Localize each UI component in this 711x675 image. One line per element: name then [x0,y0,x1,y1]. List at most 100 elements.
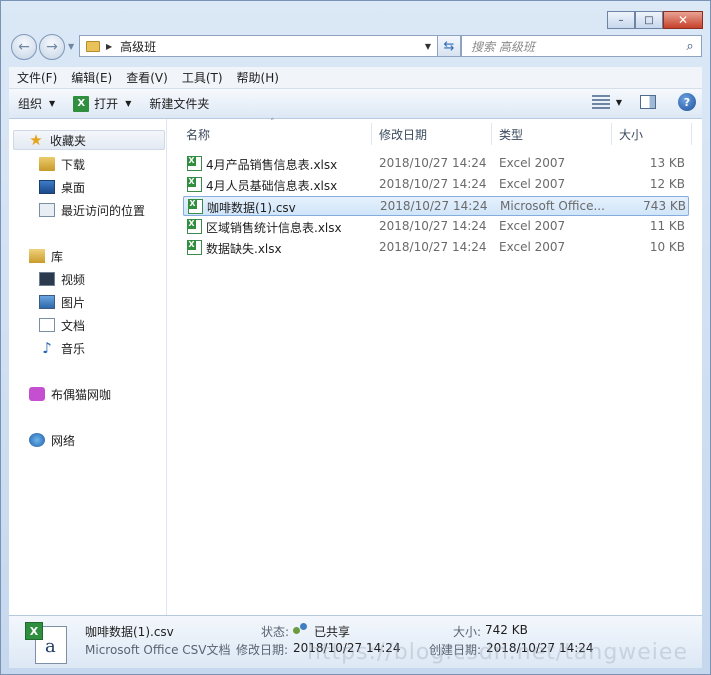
file-name: 数据缺失.xlsx [206,242,282,256]
minimize-button[interactable]: – [607,11,635,29]
sidebar-item-music[interactable]: ♪ 音乐 [39,338,85,358]
organize-label: 组织 [18,97,43,111]
sidebar-libraries-label: 库 [51,249,64,264]
menu-help[interactable]: 帮助(H) [229,69,285,86]
folder-icon [86,40,100,52]
column-divider[interactable] [691,123,692,145]
column-divider[interactable] [611,123,612,145]
homegroup-icon [29,387,45,401]
menu-file[interactable]: 文件(F) [9,69,63,86]
sidebar-item-label: 文档 [61,318,86,333]
details-modified-label: 修改日期: [236,643,289,657]
menu-tools[interactable]: 工具(T) [174,69,229,86]
details-size-value: 742 KB [485,623,528,637]
recent-places-icon [39,203,55,217]
details-size-label: 大小: [453,625,482,639]
file-name: 咖啡数据(1).csv [207,201,296,215]
details-state-label: 状态: [261,625,290,639]
chevron-right-icon[interactable]: ▶ [106,42,112,51]
address-path[interactable]: 高级班 [120,38,419,55]
new-folder-button[interactable]: 新建文件夹 [140,89,218,118]
video-icon [39,272,55,286]
sidebar-favorites[interactable]: ★ 收藏夹 [13,130,165,150]
close-icon: ✕ [677,13,689,27]
view-options-icon[interactable] [591,95,610,109]
excel-file-icon [187,219,202,234]
navigation-pane: ★ 收藏夹 下载 桌面 最近访问的位置 库 视频 图片 文档 ♪ 音乐 布偶猫网… [9,119,167,615]
sidebar-item-label: 图片 [61,295,86,310]
file-row[interactable]: 4月产品销售信息表.xlsx 2018/10/27 14:24 Excel 20… [183,154,689,174]
help-icon[interactable]: ? [678,93,696,111]
chevron-down-icon[interactable]: ▼ [616,98,622,107]
desktop-icon [39,180,55,194]
documents-icon [39,318,55,332]
column-divider[interactable] [371,123,372,145]
preview-pane-icon[interactable] [640,95,656,109]
sidebar-homegroup[interactable]: 布偶猫网咖 [29,384,111,404]
column-name[interactable]: 名称 [186,126,210,143]
file-date: 2018/10/27 14:24 [379,156,487,170]
column-type[interactable]: 类型 [499,126,523,143]
sidebar-item-pictures[interactable]: 图片 [39,292,85,312]
column-divider[interactable] [491,123,492,145]
chevron-down-icon: ▼ [125,99,132,108]
forward-button[interactable]: → [39,34,65,60]
details-state-value: 已共享 [314,625,351,639]
search-input[interactable]: 搜索 高级班 [471,38,679,55]
new-folder-label: 新建文件夹 [149,97,210,111]
csv-file-icon: a X [25,622,71,664]
file-list: ˄ 名称 修改日期 类型 大小 4月产品销售信息表.xlsx 2018/10/2… [168,118,702,615]
maximize-button[interactable]: □ [635,11,663,29]
watermark-text: https://blog.csdn.net/tangweiee [306,640,688,665]
column-size[interactable]: 大小 [619,126,643,143]
sidebar-libraries[interactable]: 库 [29,246,63,266]
file-date: 2018/10/27 14:24 [380,199,488,213]
file-row[interactable]: 4月人员基础信息表.xlsx 2018/10/27 14:24 Excel 20… [183,175,689,195]
search-icon[interactable]: ⌕ [679,39,701,54]
back-button[interactable]: ← [11,34,37,60]
sidebar-item-label: 视频 [61,272,86,287]
chevron-down-icon: ▼ [49,99,56,108]
sidebar-item-recent-places[interactable]: 最近访问的位置 [39,200,145,220]
close-button[interactable]: ✕ [663,11,703,29]
file-name: 4月人员基础信息表.xlsx [206,179,338,193]
sidebar-item-desktop[interactable]: 桌面 [39,177,85,197]
file-size: 10 KB [649,240,685,254]
network-icon [29,433,45,447]
file-name: 4月产品销售信息表.xlsx [206,158,338,172]
organize-button[interactable]: 组织 ▼ [9,89,64,118]
menu-bar: 文件(F) 编辑(E) 查看(V) 工具(T) 帮助(H) [9,67,702,89]
file-row[interactable]: 区域销售统计信息表.xlsx 2018/10/27 14:24 Excel 20… [183,217,689,237]
sidebar-item-videos[interactable]: 视频 [39,269,85,289]
file-size: 12 KB [649,177,685,191]
sidebar-item-documents[interactable]: 文档 [39,315,85,335]
file-size: 13 KB [649,156,685,170]
file-size: 743 KB [643,199,686,213]
window-controls: – □ ✕ [607,11,703,29]
recent-pages-dropdown-icon[interactable]: ▼ [68,42,74,51]
address-bar[interactable]: ▶ 高级班 ▼ [79,35,438,57]
view-controls: ▼ ? [591,93,696,111]
content-area: ★ 收藏夹 下载 桌面 最近访问的位置 库 视频 图片 文档 ♪ 音乐 布偶猫网… [9,118,702,615]
sidebar-item-downloads[interactable]: 下载 [39,154,85,174]
column-date[interactable]: 修改日期 [379,126,427,143]
excel-icon: X [73,95,90,112]
menu-edit[interactable]: 编辑(E) [63,69,118,86]
sort-ascending-icon: ˄ [270,118,275,128]
open-button[interactable]: X 打开 ▼ [64,89,140,118]
details-filetype: Microsoft Office CSV文档 [85,643,231,657]
menu-view[interactable]: 查看(V) [118,69,174,86]
search-box[interactable]: 搜索 高级班 ⌕ [461,35,702,57]
file-type: Microsoft Office... [500,199,605,213]
navigation-bar: ← → ▼ ▶ 高级班 ▼ ⇆ 搜索 高级班 ⌕ [9,34,702,60]
chevron-down-icon[interactable]: ▼ [419,42,437,51]
sidebar-network[interactable]: 网络 [29,430,75,450]
pictures-icon [39,295,55,309]
file-row-selected[interactable]: 咖啡数据(1).csv 2018/10/27 14:24 Microsoft O… [183,196,689,216]
sidebar-item-label: 音乐 [61,341,86,356]
excel-file-icon [187,156,202,171]
file-date: 2018/10/27 14:24 [379,240,487,254]
file-row[interactable]: 数据缺失.xlsx 2018/10/27 14:24 Excel 2007 10… [183,238,689,258]
refresh-button[interactable]: ⇆ [437,35,461,57]
command-bar: 组织 ▼ X 打开 ▼ 新建文件夹 ▼ ? [9,89,702,119]
